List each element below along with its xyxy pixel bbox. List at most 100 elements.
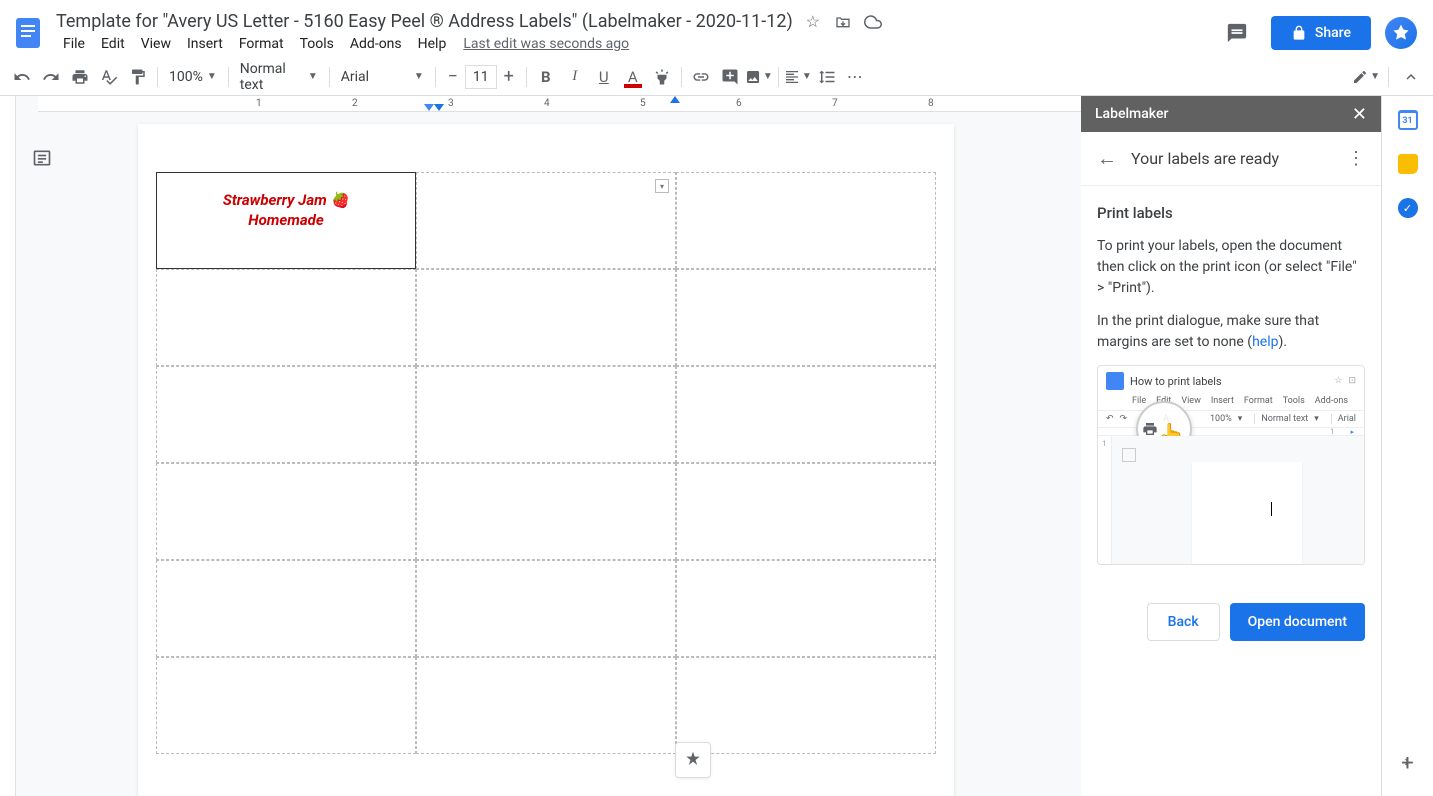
comment-icon[interactable] bbox=[716, 63, 744, 91]
ruler-tick: 4 bbox=[544, 98, 550, 109]
menu-insert[interactable]: Insert bbox=[180, 34, 230, 54]
collapse-toolbar-icon[interactable] bbox=[1397, 63, 1425, 91]
menu-help[interactable]: Help bbox=[411, 34, 454, 54]
font-size-decrease[interactable]: − bbox=[441, 65, 465, 89]
label-grid: Strawberry Jam 🍓 Homemade ▾ bbox=[156, 172, 936, 754]
indent-marker-right[interactable] bbox=[670, 96, 680, 103]
preview-title: How to print labels bbox=[1130, 375, 1222, 388]
label-cell[interactable] bbox=[156, 463, 416, 560]
more-icon[interactable]: ⋯ bbox=[842, 63, 870, 91]
avatar[interactable] bbox=[1385, 17, 1417, 49]
indent-marker-first[interactable] bbox=[424, 104, 434, 111]
docs-logo[interactable] bbox=[8, 13, 48, 53]
label-cell[interactable] bbox=[416, 560, 676, 657]
redo-icon[interactable] bbox=[37, 63, 65, 91]
labelmaker-sidebar: Labelmaker ✕ ← Your labels are ready ⋮ P… bbox=[1081, 96, 1381, 796]
back-button[interactable]: Back bbox=[1147, 603, 1220, 641]
cell-expand-icon[interactable]: ▾ bbox=[655, 179, 669, 193]
label-cell-active[interactable]: Strawberry Jam 🍓 Homemade bbox=[156, 172, 416, 269]
label-cell[interactable] bbox=[676, 560, 936, 657]
label-cell[interactable]: ▾ bbox=[416, 172, 676, 269]
label-cell[interactable] bbox=[676, 172, 936, 269]
italic-icon[interactable]: I bbox=[561, 63, 589, 91]
font-size-increase[interactable]: + bbox=[497, 65, 521, 89]
main-container: 1 2 3 4 5 6 7 8 Strawberry Jam 🍓 bbox=[0, 96, 1433, 796]
print-icon[interactable] bbox=[66, 63, 94, 91]
calendar-icon[interactable] bbox=[1398, 110, 1418, 130]
cloud-icon[interactable] bbox=[863, 12, 883, 32]
label-cell[interactable] bbox=[156, 269, 416, 366]
label-cell[interactable] bbox=[676, 657, 936, 754]
tasks-icon[interactable] bbox=[1398, 198, 1418, 218]
back-arrow-icon[interactable]: ← bbox=[1097, 146, 1117, 171]
label-line1: Strawberry Jam 🍓 bbox=[167, 191, 405, 211]
instruction-p2: In the print dialogue, make sure that ma… bbox=[1097, 311, 1365, 353]
paint-format-icon[interactable] bbox=[124, 63, 152, 91]
star-icon[interactable]: ☆ bbox=[803, 12, 823, 32]
text-color-icon[interactable]: A bbox=[619, 63, 647, 91]
open-document-button[interactable]: Open document bbox=[1230, 603, 1365, 641]
menu-addons[interactable]: Add-ons bbox=[343, 34, 409, 54]
outline-icon[interactable] bbox=[28, 144, 56, 172]
ruler-tick: 6 bbox=[736, 98, 742, 109]
comments-icon[interactable] bbox=[1217, 13, 1257, 53]
label-cell[interactable] bbox=[156, 560, 416, 657]
explore-icon[interactable] bbox=[675, 742, 711, 778]
close-icon[interactable]: ✕ bbox=[1352, 104, 1367, 125]
document-title[interactable]: Template for "Avery US Letter - 5160 Eas… bbox=[56, 11, 793, 32]
label-cell[interactable] bbox=[676, 269, 936, 366]
menu-file[interactable]: File bbox=[56, 34, 92, 54]
toolbar: 100%▼ Normal text▼ Arial▼ − + B I U A ▼ … bbox=[0, 58, 1433, 96]
move-icon[interactable] bbox=[833, 12, 853, 32]
preview-toolbar: ↶↷ A 100%▾ Normal text▾ Arial 👆 bbox=[1098, 410, 1364, 428]
label-cell[interactable] bbox=[416, 657, 676, 754]
menu-tools[interactable]: Tools bbox=[293, 34, 341, 54]
ruler-tick: 3 bbox=[448, 98, 454, 109]
align-icon[interactable]: ▼ bbox=[784, 63, 812, 91]
sidebar-subtitle: Your labels are ready bbox=[1131, 149, 1333, 168]
font-select[interactable]: Arial▼ bbox=[335, 63, 430, 91]
ruler-tick: 2 bbox=[352, 98, 358, 109]
ruler-tick: 1 bbox=[256, 98, 262, 109]
link-icon[interactable] bbox=[687, 63, 715, 91]
label-cell[interactable] bbox=[676, 366, 936, 463]
sidebar-body: Print labels To print your labels, open … bbox=[1081, 186, 1381, 583]
last-edit[interactable]: Last edit was seconds ago bbox=[463, 36, 629, 52]
ruler-tick: 7 bbox=[832, 98, 838, 109]
label-cell[interactable] bbox=[416, 269, 676, 366]
label-cell[interactable] bbox=[416, 463, 676, 560]
label-cell[interactable] bbox=[156, 657, 416, 754]
font-size-input[interactable] bbox=[465, 65, 497, 89]
more-menu-icon[interactable]: ⋮ bbox=[1347, 148, 1365, 169]
menu-format[interactable]: Format bbox=[232, 34, 291, 54]
collapse-side-panel-icon[interactable]: › bbox=[1394, 741, 1419, 780]
spellcheck-icon[interactable] bbox=[95, 63, 123, 91]
style-select[interactable]: Normal text▼ bbox=[234, 63, 324, 91]
share-button[interactable]: Share bbox=[1271, 16, 1371, 50]
undo-icon[interactable] bbox=[8, 63, 36, 91]
help-link[interactable]: help bbox=[1252, 334, 1278, 350]
label-cell[interactable] bbox=[156, 366, 416, 463]
indent-marker-left[interactable] bbox=[434, 104, 444, 111]
vertical-ruler[interactable] bbox=[0, 96, 16, 796]
label-cell[interactable] bbox=[676, 463, 936, 560]
underline-icon[interactable]: U bbox=[590, 63, 618, 91]
keep-icon[interactable] bbox=[1398, 154, 1418, 174]
section-title: Print labels bbox=[1097, 204, 1365, 222]
menu-edit[interactable]: Edit bbox=[94, 34, 132, 54]
preview-menu: File Edit View Insert Format Tools Add-o… bbox=[1098, 396, 1364, 410]
bold-icon[interactable]: B bbox=[532, 63, 560, 91]
image-icon[interactable]: ▼ bbox=[745, 63, 773, 91]
horizontal-ruler[interactable]: 1 2 3 4 5 6 7 8 bbox=[38, 96, 1081, 112]
menu-view[interactable]: View bbox=[134, 34, 178, 54]
zoom-select[interactable]: 100%▼ bbox=[163, 63, 223, 91]
title-area: Template for "Avery US Letter - 5160 Eas… bbox=[56, 11, 1217, 54]
print-preview-image: How to print labels ☆ ⊡ File Edit View I… bbox=[1097, 365, 1365, 565]
label-cell[interactable] bbox=[416, 366, 676, 463]
share-label: Share bbox=[1315, 25, 1351, 41]
highlight-icon[interactable] bbox=[648, 63, 676, 91]
document-page[interactable]: Strawberry Jam 🍓 Homemade ▾ bbox=[138, 124, 954, 796]
sidebar-title: Labelmaker bbox=[1095, 106, 1168, 122]
line-spacing-icon[interactable] bbox=[813, 63, 841, 91]
editing-mode-icon[interactable]: ▼ bbox=[1352, 63, 1380, 91]
